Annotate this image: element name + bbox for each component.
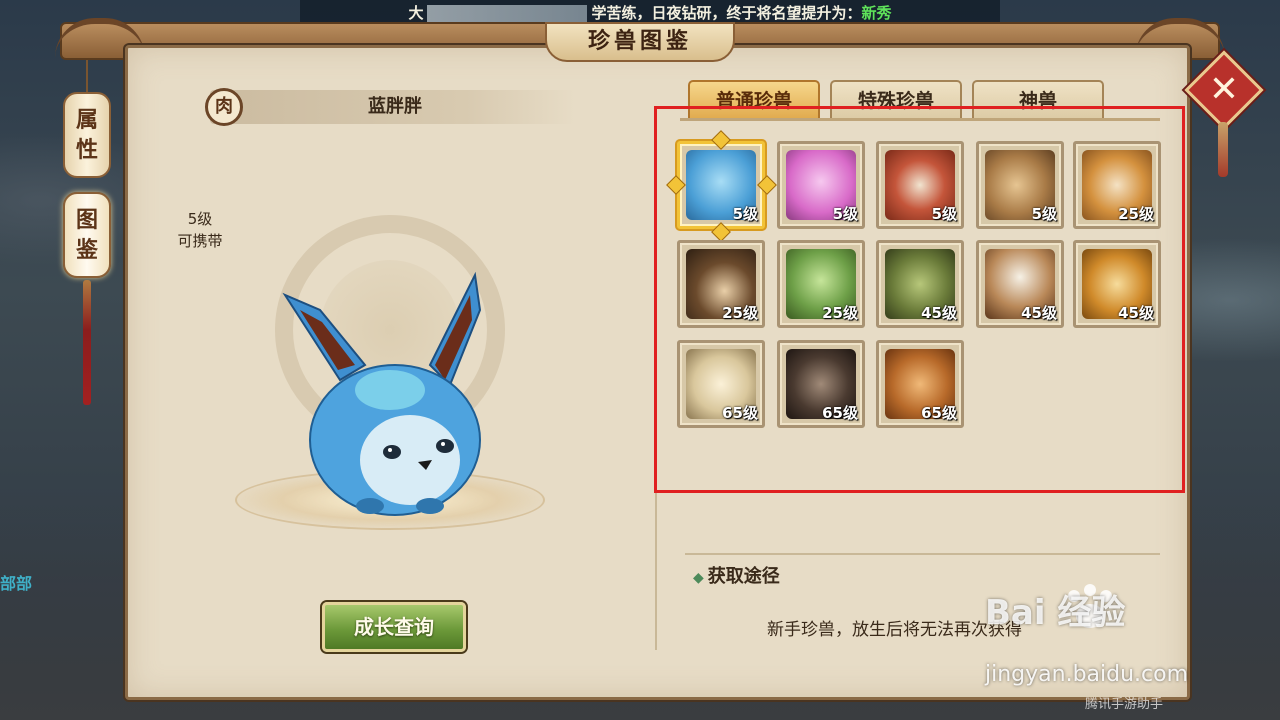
tab-attributes-char-2: 性 <box>75 137 98 163</box>
pet-name: 蓝胖胖 <box>368 96 422 117</box>
acquisition-heading: ◆ 获取途径 <box>693 562 780 588</box>
growth-query-button[interactable]: 成长查询 <box>322 602 466 652</box>
corner-watermark: 腾讯手游助手 <box>1085 697 1164 712</box>
acquisition-title: 获取途径 <box>707 566 780 587</box>
pet-model <box>282 271 482 516</box>
marquee-rank: 新秀 <box>861 4 892 22</box>
pet-highlight <box>355 370 425 410</box>
pet-level-info: 5级 可携带 <box>160 208 240 252</box>
tab-attributes[interactable]: 属 性 <box>63 92 111 178</box>
pet-type-badge: 肉 <box>205 88 243 126</box>
tab-handbook-char-2: 鉴 <box>75 237 98 263</box>
acquisition-description: 新手珍兽，放生后将无法再次获得 <box>767 620 1022 640</box>
close-tassel <box>1218 122 1228 177</box>
window-title: 珍兽图鉴 <box>545 22 735 62</box>
close-icon[interactable]: ✕ <box>1196 62 1252 118</box>
left-eye-glint <box>388 448 392 452</box>
pet-foot-right <box>416 498 444 514</box>
pet-belly <box>360 415 460 505</box>
marquee-prefix: 大 <box>408 4 424 22</box>
marquee-text: 学苦练，日夜钻研，终于将名望提升为： <box>591 4 862 22</box>
right-eye-glint <box>441 442 445 446</box>
right-eye <box>436 439 454 453</box>
tab-handbook[interactable]: 图 鉴 <box>63 192 111 278</box>
pet-carry-status: 可携带 <box>177 232 223 250</box>
left-eye <box>383 445 401 459</box>
lantern-tassel <box>83 280 91 405</box>
background-label: 部部 <box>0 574 33 593</box>
watermark-url: jingyan.baidu.com <box>985 662 1189 687</box>
watermark-logo: Bai 经验 <box>985 593 1126 633</box>
acquisition-divider <box>685 553 1160 555</box>
pet-foot-left <box>356 498 384 514</box>
pet-level: 5级 <box>187 210 213 228</box>
diamond-bullet-icon: ◆ <box>693 570 704 586</box>
tab-attributes-char-1: 属 <box>75 107 98 133</box>
marquee-blur <box>427 4 588 23</box>
tab-handbook-char-1: 图 <box>75 207 98 233</box>
highlight-annotation-box <box>654 106 1185 493</box>
